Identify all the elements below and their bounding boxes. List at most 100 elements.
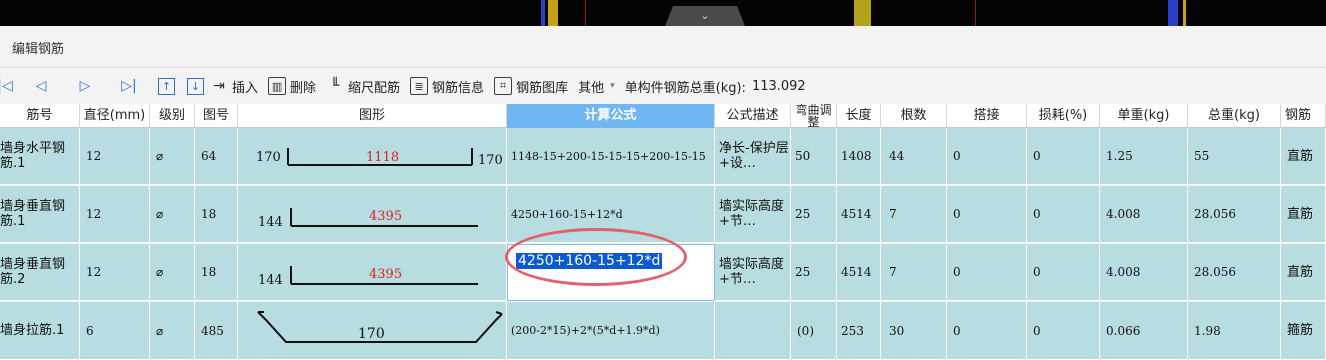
col-loss[interactable]: 损耗(%)	[1027, 104, 1100, 128]
col-formula[interactable]: 计算公式	[507, 104, 715, 128]
cell-diameter[interactable]: 12	[80, 244, 150, 300]
table-row[interactable]: 墙身水平钢筋.1 12 ⌀ 64 170 1118 170 1148-15+20…	[0, 128, 1326, 185]
col-bend[interactable]: 弯曲调整	[791, 104, 837, 128]
cell-loss[interactable]: 0	[1027, 128, 1100, 184]
first-record-button[interactable]: |◁	[0, 75, 16, 97]
col-shape[interactable]: 图形	[238, 104, 507, 128]
cell-formula[interactable]: (200-2*15)+2*(5*d+1.9*d)	[507, 302, 715, 359]
table-row[interactable]: 墙身拉筋.1 6 ⌀ 485 170 (200-2*15)+2*(5*d+1.9…	[0, 302, 1326, 360]
cell-bend[interactable]: 25	[791, 244, 837, 300]
total-weight-value: 113.092	[751, 78, 806, 94]
last-record-button[interactable]: ▷|	[118, 75, 140, 97]
cell-count[interactable]: 30	[881, 302, 947, 359]
cell-loss[interactable]: 0	[1027, 302, 1100, 359]
col-length[interactable]: 长度	[837, 104, 881, 128]
cell-loss[interactable]: 0	[1027, 244, 1100, 300]
cell-unit-weight[interactable]: 1.25	[1100, 128, 1188, 184]
cell-loss[interactable]: 0	[1027, 186, 1100, 242]
col-diameter[interactable]: 直径(mm)	[80, 104, 150, 128]
cell-figure-no[interactable]: 18	[195, 186, 238, 242]
cell-unit-weight[interactable]: 4.008	[1100, 244, 1188, 300]
rebar-shape[interactable]: 144 4395	[238, 244, 507, 300]
prev-record-button[interactable]: ◁	[30, 75, 52, 97]
cell-grade[interactable]: ⌀	[150, 128, 195, 184]
cell-lap[interactable]: 0	[947, 244, 1027, 300]
cell-bar-no[interactable]: 墙身拉筋.1	[0, 302, 80, 359]
rebar-shape-drawing: 144 4395	[258, 208, 478, 230]
cell-total-weight[interactable]: 55	[1188, 128, 1281, 184]
library-icon: ⌗	[494, 77, 513, 95]
table-row[interactable]: 墙身垂直钢筋.1 12 ⌀ 18 144 4395 4250+160-15+12…	[0, 186, 1326, 243]
cell-length[interactable]: 4514	[837, 186, 881, 242]
cell-bend[interactable]: 25	[791, 186, 837, 242]
cell-type[interactable]: 箍筋	[1281, 302, 1326, 359]
cell-total-weight[interactable]: 28.056	[1188, 244, 1281, 300]
next-record-button[interactable]: ▷	[74, 75, 96, 97]
cell-count[interactable]: 7	[881, 186, 947, 242]
other-dropdown[interactable]: 其他 ▾	[578, 74, 615, 98]
cell-total-weight[interactable]: 1.98	[1188, 302, 1281, 359]
cell-total-weight[interactable]: 28.056	[1188, 186, 1281, 242]
collapse-panel-button[interactable]: ⌄	[665, 6, 745, 26]
scale-rebar-button[interactable]: ╙ 缩尺配筋	[326, 74, 400, 98]
rebar-shape[interactable]: 170	[238, 302, 507, 359]
rebar-library-button[interactable]: ⌗ 钢筋图库	[494, 74, 568, 98]
cell-bar-no[interactable]: 墙身垂直钢筋.1	[0, 186, 80, 242]
delete-button[interactable]: ▥ 删除	[268, 74, 316, 98]
cell-lap[interactable]: 0	[947, 186, 1027, 242]
cell-formula-desc[interactable]: 净长-保护层+设…	[715, 128, 791, 184]
col-formula-desc[interactable]: 公式描述	[715, 104, 791, 128]
cell-formula-desc[interactable]: 墙实际高度+节…	[715, 244, 791, 300]
cell-lap[interactable]: 0	[947, 128, 1027, 184]
rebar-shape[interactable]: 144 4395	[238, 186, 507, 242]
cell-grade[interactable]: ⌀	[150, 244, 195, 300]
cell-bend[interactable]: (0)	[791, 302, 837, 359]
cell-bar-no[interactable]: 墙身水平钢筋.1	[0, 128, 80, 184]
col-count[interactable]: 根数	[881, 104, 947, 128]
table-header: 筋号 直径(mm) 级别 图号 图形 计算公式 公式描述 弯曲调整 长度 根数 …	[0, 104, 1326, 128]
rebar-shape[interactable]: 170 1118 170	[238, 128, 507, 184]
cell-figure-no[interactable]: 485	[195, 302, 238, 359]
cell-count[interactable]: 7	[881, 244, 947, 300]
total-weight: 单构件钢筋总重(kg): 113.092	[625, 74, 806, 98]
col-lap[interactable]: 搭接	[947, 104, 1027, 128]
col-bar-no[interactable]: 筋号	[0, 104, 80, 128]
col-unit-weight[interactable]: 单重(kg)	[1100, 104, 1188, 128]
rebar-info-button[interactable]: ≣ 钢筋信息	[410, 74, 484, 98]
cell-formula-desc[interactable]	[715, 302, 791, 359]
cell-unit-weight[interactable]: 4.008	[1100, 186, 1188, 242]
col-figure-no[interactable]: 图号	[195, 104, 238, 128]
cell-formula-desc[interactable]: 墙实际高度+节…	[715, 186, 791, 242]
cell-figure-no[interactable]: 64	[195, 128, 238, 184]
cell-diameter[interactable]: 6	[80, 302, 150, 359]
shape-dim-left: 144	[258, 273, 283, 288]
cell-type[interactable]: 直筋	[1281, 244, 1326, 300]
insert-button[interactable]: ⇥ 插入	[210, 74, 258, 98]
cell-grade[interactable]: ⌀	[150, 302, 195, 359]
cell-formula[interactable]: 1148-15+200-15-15-15+200-15-15	[507, 128, 715, 184]
cell-length[interactable]: 4514	[837, 244, 881, 300]
cell-length[interactable]: 1408	[837, 128, 881, 184]
cell-unit-weight[interactable]: 0.066	[1100, 302, 1188, 359]
shape-dim-left: 144	[258, 215, 283, 230]
shape-dim-left: 170	[256, 150, 281, 165]
cell-grade[interactable]: ⌀	[150, 186, 195, 242]
cell-diameter[interactable]: 12	[80, 128, 150, 184]
move-down-button[interactable]: ↓	[187, 77, 204, 95]
move-up-button[interactable]: ↑	[158, 77, 175, 95]
cell-figure-no[interactable]: 18	[195, 244, 238, 300]
col-total-weight[interactable]: 总重(kg)	[1188, 104, 1281, 128]
cell-bend[interactable]: 50	[791, 128, 837, 184]
panel-title: 编辑钢筋	[0, 33, 1326, 67]
cell-type[interactable]: 直筋	[1281, 186, 1326, 242]
cell-diameter[interactable]: 12	[80, 186, 150, 242]
cell-type[interactable]: 直筋	[1281, 128, 1326, 184]
col-grade[interactable]: 级别	[150, 104, 195, 128]
cell-bar-no[interactable]: 墙身垂直钢筋.2	[0, 244, 80, 300]
info-list-icon: ≣	[410, 77, 429, 95]
cell-lap[interactable]: 0	[947, 302, 1027, 359]
cell-count[interactable]: 44	[881, 128, 947, 184]
shape-dim-main: 170	[358, 326, 385, 342]
col-type[interactable]: 钢筋	[1281, 104, 1326, 128]
cell-length[interactable]: 253	[837, 302, 881, 359]
